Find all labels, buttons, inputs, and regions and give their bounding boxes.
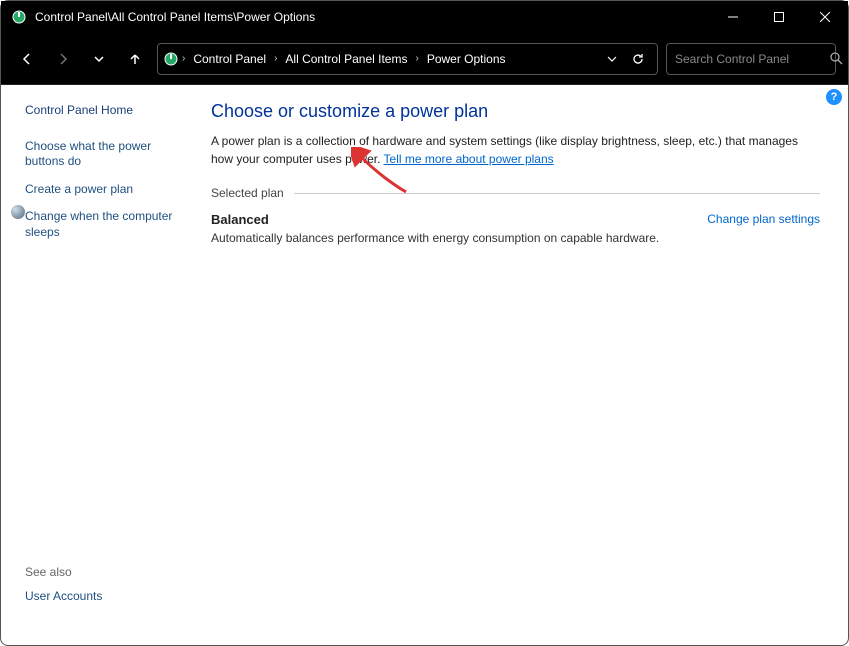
recent-locations-button[interactable]: [85, 45, 113, 73]
sidebar: Control Panel Home Choose what the power…: [1, 85, 201, 645]
plan-name: Balanced: [211, 212, 659, 227]
address-dropdown-button[interactable]: [603, 54, 621, 64]
search-input[interactable]: [675, 52, 830, 66]
chevron-right-icon[interactable]: ›: [274, 53, 277, 64]
see-also-user-accounts[interactable]: User Accounts: [25, 589, 191, 605]
section-label-text: Selected plan: [211, 186, 284, 200]
address-bar[interactable]: › Control Panel › All Control Panel Item…: [157, 43, 658, 75]
sidebar-link-create-plan[interactable]: Create a power plan: [25, 182, 191, 198]
control-panel-home-link[interactable]: Control Panel Home: [25, 103, 191, 119]
main-panel: Choose or customize a power plan A power…: [201, 85, 848, 645]
section-selected-plan: Selected plan: [211, 186, 820, 200]
up-button[interactable]: [121, 45, 149, 73]
close-button[interactable]: [802, 1, 848, 33]
search-icon[interactable]: [830, 52, 843, 65]
power-options-icon: [11, 9, 27, 25]
forward-button[interactable]: [49, 45, 77, 73]
chevron-right-icon[interactable]: ›: [415, 53, 418, 64]
decorative-orb-icon: [11, 205, 25, 219]
titlebar: Control Panel\All Control Panel Items\Po…: [1, 1, 848, 33]
window-controls: [710, 1, 848, 33]
divider: [294, 193, 820, 194]
minimize-button[interactable]: [710, 1, 756, 33]
chevron-right-icon[interactable]: ›: [182, 53, 185, 64]
learn-more-link[interactable]: Tell me more about power plans: [384, 152, 554, 166]
content-area: ? Control Panel Home Choose what the pow…: [1, 85, 848, 645]
maximize-button[interactable]: [756, 1, 802, 33]
address-icon: [164, 52, 178, 66]
sidebar-link-power-buttons[interactable]: Choose what the power buttons do: [25, 139, 191, 170]
page-description: A power plan is a collection of hardware…: [211, 132, 820, 168]
page-heading: Choose or customize a power plan: [211, 101, 820, 122]
sidebar-link-sleep[interactable]: Change when the computer sleeps: [25, 209, 191, 240]
refresh-button[interactable]: [625, 52, 651, 66]
plan-description: Automatically balances performance with …: [211, 231, 659, 245]
breadcrumb-item[interactable]: Power Options: [423, 50, 510, 68]
window-title: Control Panel\All Control Panel Items\Po…: [35, 10, 710, 24]
breadcrumb-item[interactable]: Control Panel: [189, 50, 270, 68]
navbar: › Control Panel › All Control Panel Item…: [1, 33, 848, 85]
breadcrumb-item[interactable]: All Control Panel Items: [281, 50, 411, 68]
back-button[interactable]: [13, 45, 41, 73]
search-box[interactable]: [666, 43, 836, 75]
see-also-label: See also: [25, 565, 191, 579]
change-plan-settings-link[interactable]: Change plan settings: [707, 212, 820, 226]
plan-row: Balanced Automatically balances performa…: [211, 212, 820, 245]
